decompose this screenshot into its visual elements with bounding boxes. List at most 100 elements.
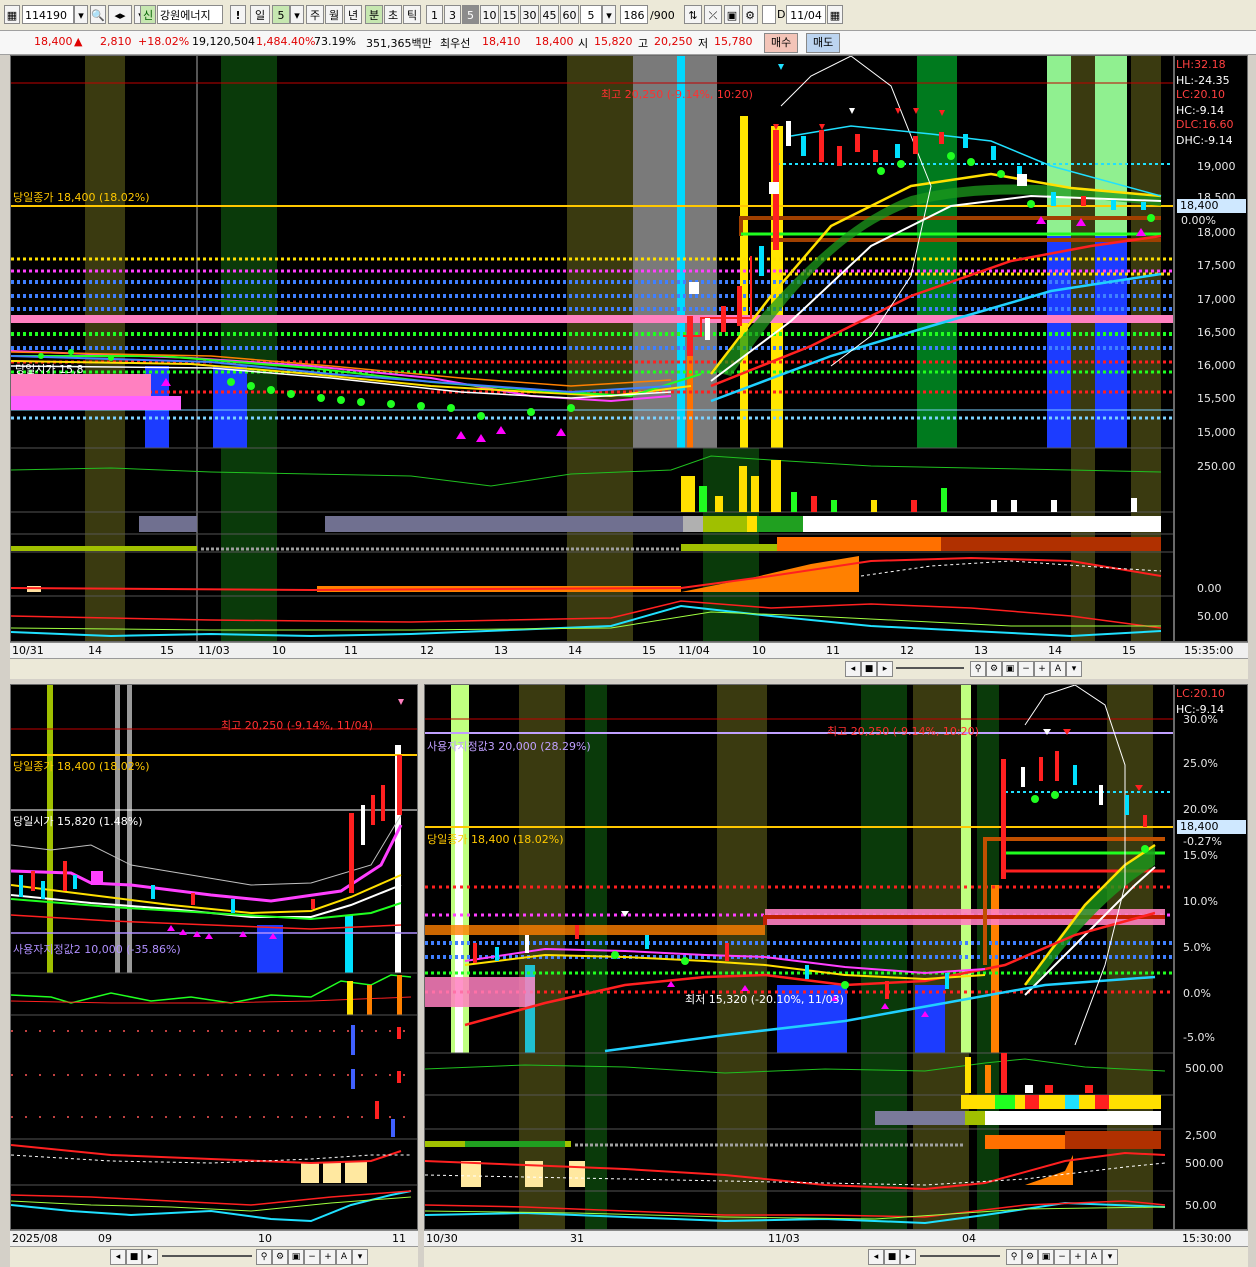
pct-axis-label: 20.0% [1183, 803, 1218, 816]
settings-icon[interactable]: ⚙ [1022, 1249, 1038, 1265]
time-axis-label: 11/03 [198, 644, 230, 657]
scroll-left-button[interactable]: ◂ [868, 1249, 884, 1265]
count-input[interactable]: 186 [620, 5, 648, 24]
scroll-right-button[interactable]: ▸ [142, 1249, 158, 1265]
date-checkbox-label: D [777, 8, 786, 21]
period-value[interactable]: 5 [272, 5, 290, 24]
buy-button[interactable]: 매수 [764, 33, 799, 53]
price-axis-label: 16,500 [1197, 326, 1236, 339]
minute-option-1[interactable]: 1 [426, 5, 443, 24]
zoom-in-icon[interactable]: + [1034, 661, 1050, 677]
expand-icon[interactable]: ▣ [288, 1249, 304, 1265]
pink-block [11, 374, 151, 396]
stock-name-field[interactable]: 강원에너지 [157, 5, 223, 24]
zoom-out-icon[interactable]: − [304, 1249, 320, 1265]
scroll-stop-button[interactable]: ■ [884, 1249, 900, 1265]
period-tick-button[interactable]: 틱 [403, 5, 421, 24]
zoom-in-icon[interactable]: + [1070, 1249, 1086, 1265]
scroll-stop-button[interactable]: ■ [861, 661, 877, 677]
period-year-button[interactable]: 년 [344, 5, 362, 24]
daily-chart-area[interactable]: 최고 20,250 (-9.14%, 11/04) 당일종가 18,400 (1… [10, 684, 418, 1230]
price-axis-label: 15,500 [1197, 392, 1236, 405]
minute-option-10[interactable]: 10 [480, 5, 499, 24]
interval-input[interactable]: 5 [580, 5, 602, 24]
scroll-stop-button[interactable]: ■ [126, 1249, 142, 1265]
indicator-bar [391, 1119, 395, 1137]
time-axis-label: 12 [420, 644, 434, 657]
minute-option-15[interactable]: 15 [500, 5, 519, 24]
time-axis-label: 10 [272, 644, 286, 657]
scroll-left-button[interactable]: ◂ [845, 661, 861, 677]
expand-icon[interactable]: ▣ [1038, 1249, 1054, 1265]
time-axis-label: 11 [344, 644, 358, 657]
minute-option-60[interactable]: 60 [560, 5, 579, 24]
strip-segment [995, 1095, 1015, 1109]
dropdown-icon[interactable]: ▾ [352, 1249, 368, 1265]
date-input[interactable]: 11/04 [786, 5, 826, 24]
zoom-slider[interactable] [896, 667, 964, 669]
osc-block [323, 1163, 341, 1183]
save-icon[interactable]: ▣ [724, 5, 740, 24]
minute-pct-axis[interactable]: LC:20.10 HC:-9.14 30.0% 25.0% 20.0% 15.0% 10.… [1174, 684, 1248, 1230]
zoom-in-icon[interactable]: + [320, 1249, 336, 1265]
daily-user-line-label: 사용자지정값2 10,000 (-35.86%) [13, 943, 181, 956]
settings-icon[interactable]: ⚙ [272, 1249, 288, 1265]
top-chart-area[interactable]: 최고 20,250 (-9.14%, 10:20) 당일종가 18,400 (1… [10, 55, 1174, 642]
stock-code-input[interactable]: 114190 [22, 5, 74, 24]
settings-icon[interactable]: ⚙ [986, 661, 1002, 677]
top-price-axis[interactable]: LH:32.18 HL:-24.35 LC:20.10 HC:-9.14 DLC:16.… [1174, 55, 1248, 642]
stat-label: DHC:-9.14 [1176, 134, 1233, 147]
minute-option-45[interactable]: 45 [540, 5, 559, 24]
sell-button[interactable]: 매도 [806, 33, 841, 53]
zoom-slider[interactable] [920, 1255, 1000, 1257]
scroll-left-button[interactable]: ◂ [110, 1249, 126, 1265]
dropdown-icon[interactable]: ▾ [1102, 1249, 1118, 1265]
open-price: 15,820 [594, 35, 633, 48]
search-icon[interactable]: 🔍 [90, 5, 106, 24]
chart-type-icon[interactable]: ⇅ [684, 5, 702, 24]
calendar-icon[interactable]: ▦ [827, 5, 843, 24]
period-second-button[interactable]: 초 [384, 5, 402, 24]
dropdown-icon[interactable]: ▾ [1066, 661, 1082, 677]
scroll-right-button[interactable]: ▸ [877, 661, 893, 677]
zoom-slider[interactable] [162, 1255, 252, 1257]
zoom-out-icon[interactable]: − [1018, 661, 1034, 677]
zoom-reset-icon[interactable]: ⚲ [970, 661, 986, 677]
interval-dropdown-icon[interactable]: ▾ [602, 5, 616, 24]
text-tool-icon[interactable]: A [1050, 661, 1066, 677]
low-label: 저 [698, 37, 709, 50]
minute-option-30[interactable]: 30 [520, 5, 539, 24]
scroll-right-button[interactable]: ▸ [900, 1249, 916, 1265]
period-day-button[interactable]: 일 [250, 5, 270, 24]
daily-open-label: 당일시가 15,820 (1.48%) [13, 815, 143, 828]
expand-icon[interactable]: ▣ [1002, 661, 1018, 677]
minute-osc-axis-label: 50.00 [1185, 1199, 1217, 1212]
menu-icon[interactable]: ▦ [4, 5, 20, 24]
zoom-reset-icon[interactable]: ⚲ [1006, 1249, 1022, 1265]
quote-bar: 18,400 ▲ 2,810 +18.02% 19,120,504 1,484.… [0, 31, 1256, 55]
date-checkbox[interactable] [762, 5, 776, 24]
period-dropdown-icon[interactable]: ▾ [290, 5, 304, 24]
zoom-out-icon[interactable]: − [1054, 1249, 1070, 1265]
period-week-button[interactable]: 주 [306, 5, 324, 24]
minute-scrollbar[interactable]: ◂ ■ ▸ ⚲ ⚙ ▣ − + A ▾ [424, 1246, 1248, 1267]
change-arrow-icon: ▲ [74, 35, 83, 48]
zoom-reset-icon[interactable]: ⚲ [256, 1249, 272, 1265]
minute-option-3[interactable]: 3 [444, 5, 461, 24]
alert-button[interactable]: ! [230, 5, 246, 24]
period-minute-button[interactable]: 분 [365, 5, 383, 24]
strip-segment [465, 1141, 565, 1147]
gear-icon[interactable]: ⚙ [742, 5, 758, 24]
period-month-button[interactable]: 월 [325, 5, 343, 24]
top-scrollbar[interactable]: ◂ ■ ▸ ⚲ ⚙ ▣ − + A ▾ [10, 658, 1248, 679]
code-dropdown-icon[interactable]: ▾ [74, 5, 88, 24]
minute-option-5[interactable]: 5 [462, 5, 479, 24]
daily-scrollbar[interactable]: ◂ ■ ▸ ⚲ ⚙ ▣ − + A ▾ [10, 1246, 418, 1267]
text-tool-icon[interactable]: A [336, 1249, 352, 1265]
text-tool-icon[interactable]: A [1086, 1249, 1102, 1265]
time-axis-label: 15 [1122, 644, 1136, 657]
prev-stock-icon[interactable]: ◂▸ [108, 5, 132, 24]
minute-chart-area[interactable]: 최고 20,250 (-9.14%, 10:20) 사용자지정값3 20,000… [424, 684, 1174, 1230]
strip-segment [1025, 1095, 1039, 1109]
indicator-icon[interactable]: ⤫ [704, 5, 722, 24]
